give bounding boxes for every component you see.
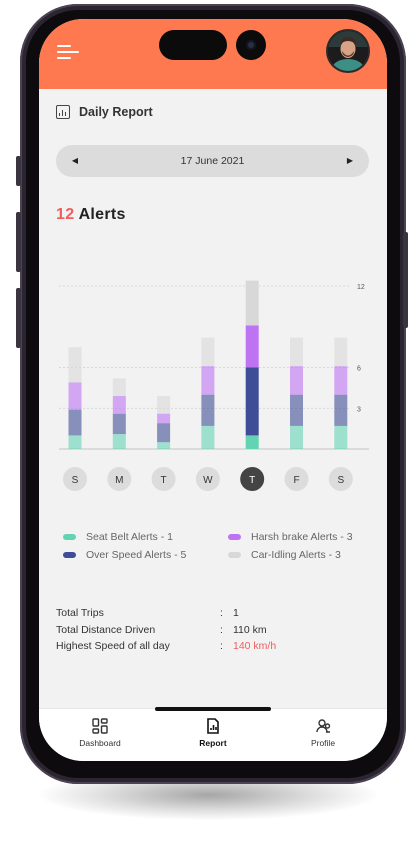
legend-item: Seat Belt Alerts - 1 [63, 531, 173, 543]
legend-swatch [228, 552, 241, 558]
stat-value: 1 [233, 607, 239, 619]
legend-item: Harsh brake Alerts - 3 [228, 531, 353, 543]
bar-segment-seat_belt [68, 435, 82, 449]
stat-row: Total Trips:1 [56, 607, 376, 624]
date-selector: ◀ 17 June 2021 ▶ [56, 145, 369, 177]
bar-segment-seat_belt [157, 442, 171, 449]
bar-segment-idling [290, 337, 303, 367]
bar-segment-idling [334, 337, 348, 367]
bar-segment-over_speed [112, 413, 126, 435]
alerts-summary: 12 Alerts [56, 206, 126, 224]
stat-row: Total Distance Driven:110 km [56, 624, 376, 641]
bar-segment-over_speed [290, 394, 303, 426]
day-label: M [115, 475, 123, 486]
trip-stats: Total Trips:1 Total Distance Driven:110 k… [56, 607, 376, 657]
user-avatar[interactable] [328, 31, 368, 71]
legend-label: Harsh brake Alerts - 3 [251, 531, 353, 543]
legend-swatch [228, 534, 241, 540]
report-icon [168, 717, 258, 735]
stat-row: Highest Speed of all day:140 km/h [56, 640, 376, 657]
stat-separator: : [220, 607, 223, 619]
bar-chart-icon [56, 105, 70, 119]
bar-segment-harsh_brake [245, 325, 259, 368]
bar-segment-idling [112, 378, 126, 397]
legend-swatch [63, 552, 76, 558]
stat-label: Total Trips [56, 607, 104, 619]
home-indicator [155, 707, 271, 711]
bar-segment-seat_belt [290, 425, 303, 449]
mute-switch [16, 156, 21, 186]
bar-segment-idling [201, 337, 215, 367]
day-label: F [293, 475, 299, 486]
app-screen: Daily Report ◀ 17 June 2021 ▶ 12 Alerts … [39, 19, 387, 761]
nav-item-report[interactable]: Report [168, 717, 258, 748]
dynamic-island [159, 30, 227, 60]
bar-segment-harsh_brake [290, 366, 303, 395]
bar-segment-harsh_brake [201, 366, 215, 395]
y-tick-label: 12 [357, 284, 365, 291]
bottom-navigation: Dashboard Report Profile [39, 707, 387, 761]
bar-segment-idling [245, 280, 259, 326]
daily-report-heading: Daily Report [56, 105, 153, 119]
alerts-label: Alerts [78, 206, 126, 223]
date-label: 17 June 2021 [180, 155, 245, 167]
avatar-image [328, 31, 368, 71]
legend-label: Seat Belt Alerts - 1 [86, 531, 173, 543]
stat-separator: : [220, 623, 223, 636]
bar-segment-over_speed [68, 409, 82, 436]
bar-segment-harsh_brake [334, 366, 348, 395]
volume-up-button [16, 212, 21, 272]
legend-item: Over Speed Alerts - 5 [63, 549, 186, 561]
legend-item: Car-Idling Alerts - 3 [228, 549, 341, 561]
bar-segment-seat_belt [201, 425, 215, 449]
alerts-bar-chart: 3 6 12 S M T W T F S [59, 280, 369, 491]
stat-label: Total Distance Driven [56, 623, 156, 636]
daily-report-title: Daily Report [79, 105, 153, 119]
stat-value: 140 km/h [233, 640, 277, 652]
alerts-count: 12 [56, 206, 75, 223]
hamburger-menu-icon[interactable] [57, 43, 79, 61]
stat-separator: : [220, 640, 223, 652]
nav-item-profile[interactable]: Profile [278, 717, 368, 748]
bar-segment-idling [68, 347, 82, 383]
nav-label: Report [199, 738, 227, 748]
legend-label: Car-Idling Alerts - 3 [251, 549, 341, 561]
bar-segment-harsh_brake [68, 382, 82, 410]
day-label: S [72, 475, 79, 486]
triangle-right-icon[interactable]: ▶ [336, 145, 364, 177]
app-header [39, 19, 387, 89]
nav-label: Dashboard [79, 738, 121, 748]
bar-segment-over_speed [334, 394, 348, 426]
day-label: T [249, 475, 255, 486]
stat-label: Highest Speed of all day [56, 640, 170, 652]
bar-segment-over_speed [201, 394, 215, 426]
legend-label: Over Speed Alerts - 5 [86, 549, 187, 561]
nav-item-dashboard[interactable]: Dashboard [55, 717, 145, 748]
volume-down-button [16, 288, 21, 348]
bar-segment-harsh_brake [157, 413, 171, 424]
report-content: Daily Report ◀ 17 June 2021 ▶ 12 Alerts … [39, 89, 387, 709]
bar-segment-harsh_brake [112, 396, 126, 414]
profile-users-icon [278, 717, 368, 735]
day-label: T [161, 475, 167, 486]
front-camera [236, 30, 266, 60]
legend-swatch [63, 534, 76, 540]
y-tick-label: 6 [357, 366, 361, 373]
day-label: W [203, 475, 213, 486]
bar-segment-seat_belt [112, 434, 126, 449]
bar-segment-idling [157, 396, 171, 414]
day-label: S [337, 475, 344, 486]
dashboard-grid-icon [55, 717, 145, 735]
chart-legend: Seat Belt Alerts - 1 Harsh brake Alerts -… [39, 531, 387, 571]
nav-label: Profile [310, 738, 336, 748]
bar-segment-over_speed [157, 423, 171, 443]
bar-segment-seat_belt [245, 435, 259, 449]
bar-segment-seat_belt [334, 425, 348, 449]
y-tick-label: 3 [357, 406, 361, 413]
bar-segment-over_speed [245, 367, 259, 436]
stat-value: 110 km [233, 623, 267, 636]
power-button [403, 232, 408, 328]
